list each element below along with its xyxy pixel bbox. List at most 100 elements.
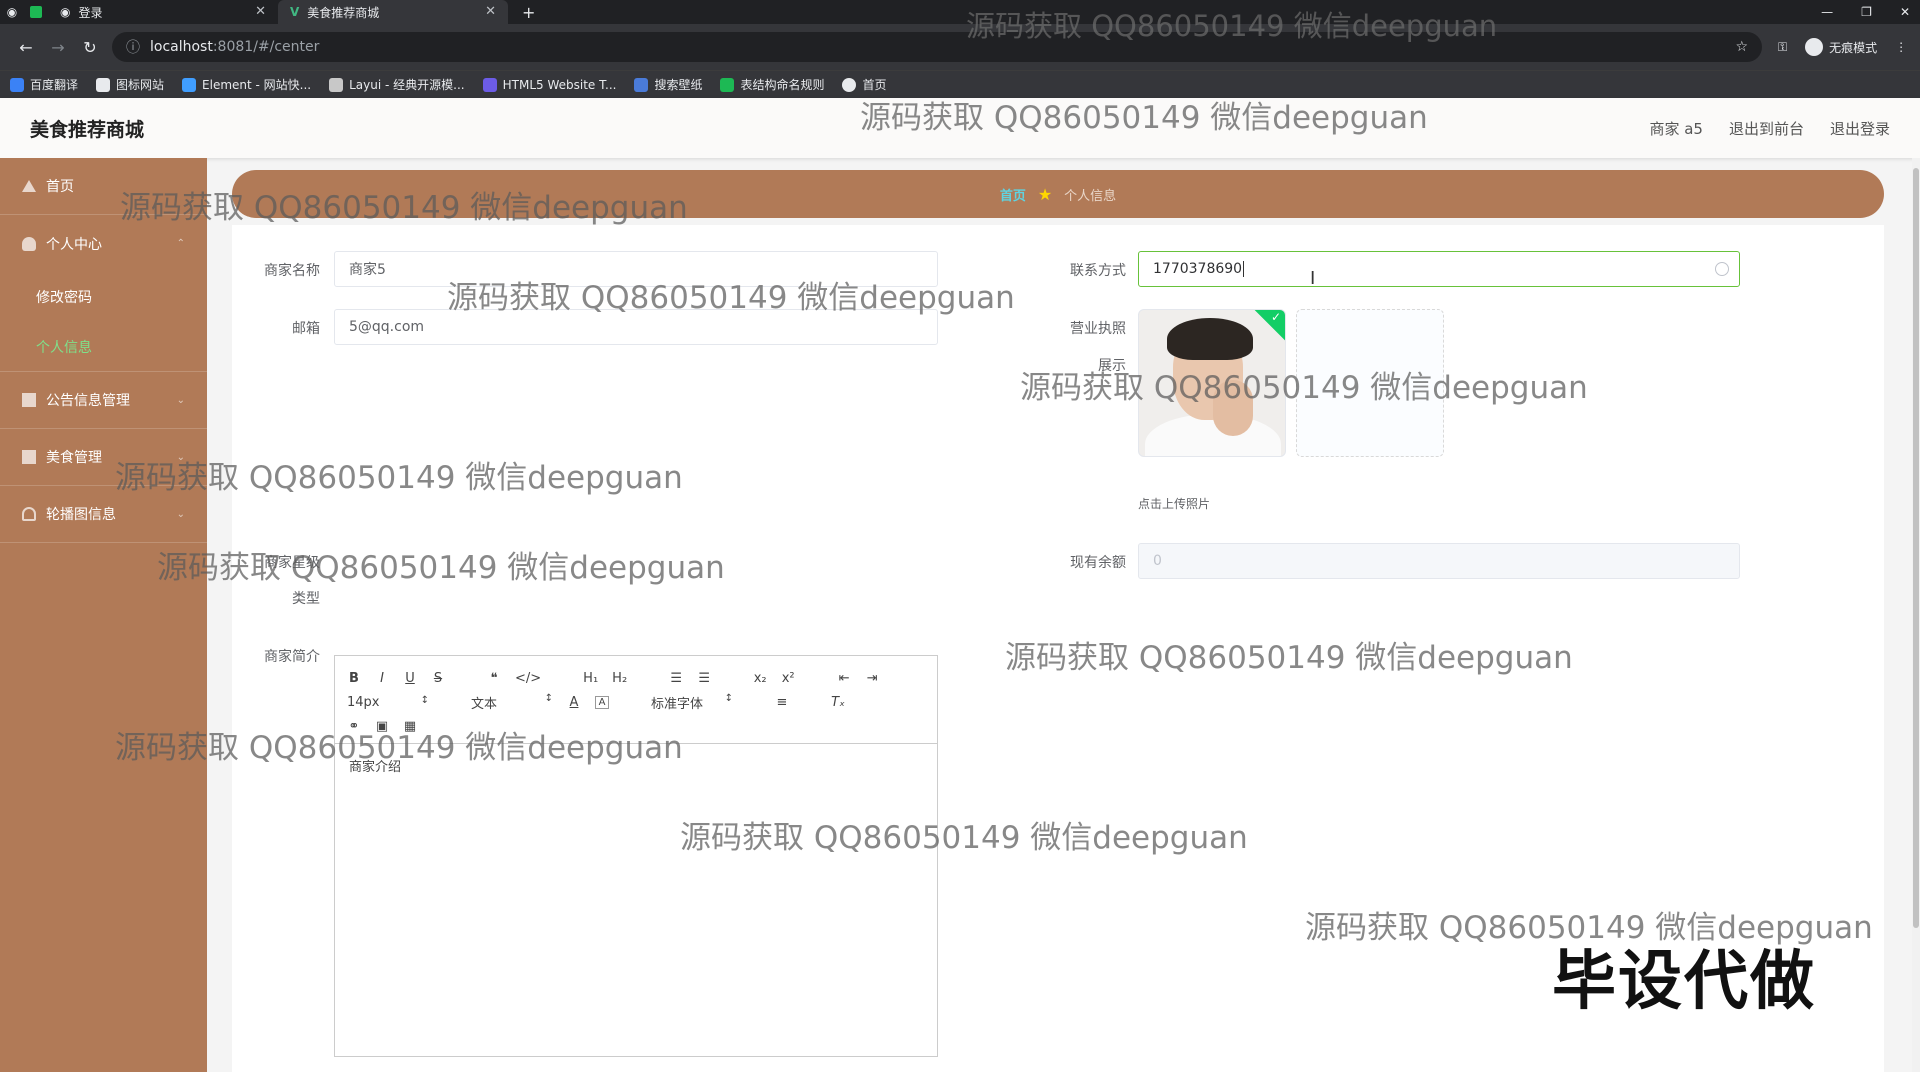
bookmark-icon <box>329 77 344 92</box>
sidebar-item-notice[interactable]: 公告信息管理 ⌄ <box>0 372 207 429</box>
align-icon[interactable]: ≡ <box>775 695 789 710</box>
image-icon[interactable]: ▣ <box>375 719 389 734</box>
indent-icon[interactable]: ⇥ <box>865 671 879 686</box>
bookmark-item[interactable]: 搜索壁纸 <box>634 76 702 93</box>
incognito-label: 无痕模式 <box>1829 40 1878 55</box>
background-color-icon[interactable]: A <box>595 695 609 709</box>
bookmark-item[interactable]: Element - 网站快... <box>182 76 311 93</box>
check-icon: ✓ <box>1270 310 1281 324</box>
bookmark-item[interactable]: 首页 <box>842 76 887 93</box>
bookmark-item[interactable]: 图标网站 <box>96 76 164 93</box>
clear-icon[interactable] <box>1715 262 1729 276</box>
sidebar-item-label: 美食管理 <box>46 450 102 466</box>
browser-menu-icon[interactable]: ◉ <box>0 0 24 24</box>
clear-format-icon[interactable]: Tₓ <box>831 695 845 710</box>
more-menu-icon[interactable]: ⋮ <box>1895 40 1907 54</box>
rich-text-editor: B I U S ❝ </> H₁ H₂ ☰ ☰ x₂ x² ⇤ ⇥ 14px ↕… <box>334 655 938 1057</box>
sidebar-item-change-password[interactable]: 修改密码 <box>0 272 207 322</box>
bookmark-item[interactable]: HTML5 Website T... <box>482 77 616 92</box>
new-tab-icon[interactable]: + <box>522 3 535 22</box>
sheets-tab-icon[interactable] <box>24 0 48 24</box>
vue-icon: V <box>290 5 300 19</box>
quote-icon[interactable]: ❝ <box>487 671 501 686</box>
bookmark-label: 百度翻译 <box>30 78 79 92</box>
corner-tag: 毕设代做 <box>1552 945 1816 1019</box>
strike-icon[interactable]: S <box>431 671 445 686</box>
contact-input[interactable]: 1770378690 <box>1138 251 1740 287</box>
link-icon[interactable]: ⚭ <box>347 719 361 734</box>
close-icon[interactable]: ✕ <box>255 4 266 19</box>
reload-icon[interactable]: ↻ <box>74 38 106 57</box>
star-icon: ★ <box>1037 184 1053 204</box>
close-icon[interactable]: ✕ <box>485 4 496 19</box>
italic-icon[interactable]: I <box>375 671 389 686</box>
current-user[interactable]: 商家 a5 <box>1649 118 1703 139</box>
bookmark-label: Element - 网站快... <box>202 78 312 92</box>
url-input[interactable]: ⓘ localhost:8081/#/center ☆ <box>112 32 1762 62</box>
code-icon[interactable]: </> <box>515 671 541 686</box>
underline-icon[interactable]: U <box>403 671 417 686</box>
outdent-icon[interactable]: ⇤ <box>837 671 851 686</box>
page-scrollbar[interactable] <box>1912 158 1920 1072</box>
sidebar-item-home[interactable]: 首页 <box>0 158 207 215</box>
h2-icon[interactable]: H₂ <box>612 671 627 686</box>
upload-add-button[interactable] <box>1296 309 1444 457</box>
email-input[interactable]: 5@qq.com <box>334 309 938 345</box>
flag-icon <box>22 393 36 407</box>
upload-tip: 点击上传照片 <box>1138 497 1211 511</box>
bookmark-label: 图标网站 <box>116 78 165 92</box>
app-header: 美食推荐商城 商家 a5 退出到前台 退出登录 <box>0 98 1920 158</box>
intro-label: 商家简介 <box>264 649 320 665</box>
license-label: 营业执照 <box>1070 321 1126 337</box>
forward-icon[interactable]: → <box>42 38 74 57</box>
info-icon[interactable]: ⓘ <box>126 37 140 57</box>
merchant-name-input[interactable]: 商家5 <box>334 251 938 287</box>
font-family-select[interactable]: 标准字体 <box>651 693 733 712</box>
incognito-button[interactable]: 无痕模式 <box>1805 38 1877 56</box>
sidebar-item-carousel[interactable]: 轮播图信息 ⌄ <box>0 486 207 543</box>
tab-login[interactable]: ◉ 登录 ✕ <box>48 0 278 24</box>
ordered-list-icon[interactable]: ☰ <box>669 671 683 686</box>
minimize-icon[interactable]: — <box>1821 5 1833 19</box>
key-icon[interactable]: ⚿ <box>1778 40 1787 55</box>
bookmark-item[interactable]: Layui - 经典开源模... <box>329 76 465 93</box>
sidebar-item-personal-info[interactable]: 个人信息 <box>0 322 207 372</box>
url-host: localhost <box>150 39 213 55</box>
type-label: 类型 <box>292 591 320 607</box>
tab-food-mall[interactable]: V 美食推荐商城 ✕ <box>278 0 508 24</box>
font-color-icon[interactable]: A <box>567 695 581 710</box>
breadcrumb-home[interactable]: 首页 <box>1000 185 1026 204</box>
subscript-icon[interactable]: x₂ <box>753 671 767 686</box>
superscript-icon[interactable]: x² <box>781 671 795 686</box>
star-icon[interactable]: ☆ <box>1735 39 1748 55</box>
close-window-icon[interactable]: ✕ <box>1900 5 1910 19</box>
restore-icon[interactable]: ❐ <box>1861 5 1872 19</box>
bookmark-item[interactable]: 百度翻译 <box>10 76 78 93</box>
bell-icon <box>22 507 36 521</box>
bold-icon[interactable]: B <box>347 671 361 686</box>
chevron-down-icon: ⌄ <box>176 451 185 463</box>
balance-label: 现有余额 <box>1070 555 1126 571</box>
scrollbar-thumb[interactable] <box>1913 168 1919 928</box>
bullet-list-icon[interactable]: ☰ <box>697 671 711 686</box>
globe-icon: ◉ <box>60 5 71 19</box>
license-image[interactable]: ✓ <box>1138 309 1286 457</box>
logout-link[interactable]: 退出登录 <box>1830 118 1890 139</box>
bookmark-icon <box>182 77 197 92</box>
chevron-down-icon: ⌄ <box>176 508 185 520</box>
brand-title: 美食推荐商城 <box>30 118 145 141</box>
balance-input[interactable]: 0 <box>1138 543 1740 579</box>
text-style-select[interactable]: 文本 <box>471 693 553 712</box>
tab-label: 登录 <box>78 5 103 20</box>
chevron-down-icon: ⌄ <box>176 394 185 406</box>
editor-content[interactable]: 商家介绍 <box>335 744 937 787</box>
back-to-front-link[interactable]: 退出到前台 <box>1729 118 1804 139</box>
back-icon[interactable]: ← <box>10 38 42 57</box>
video-icon[interactable]: ▦ <box>403 719 417 734</box>
sidebar-item-personal-center[interactable]: 个人中心 ⌃ <box>0 215 207 272</box>
browser-tab-bar: ◉ ◉ 登录 ✕ V 美食推荐商城 ✕ + — ❐ ✕ <box>0 0 1920 24</box>
sidebar-item-food[interactable]: 美食管理 ⌄ <box>0 429 207 486</box>
h1-icon[interactable]: H₁ <box>583 671 598 686</box>
bookmark-item[interactable]: 表结构命名规则 <box>720 76 824 93</box>
font-size-select[interactable]: 14px <box>347 695 429 710</box>
